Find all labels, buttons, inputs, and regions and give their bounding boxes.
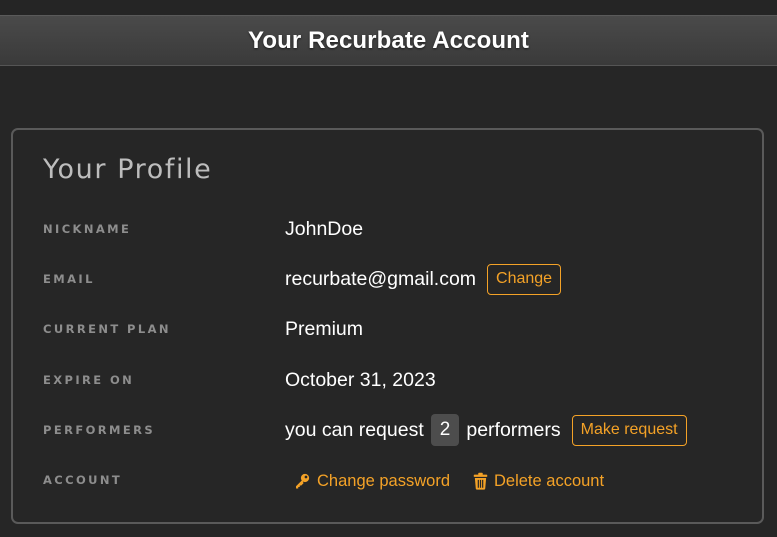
nickname-label: NICKNAME xyxy=(43,222,132,236)
performers-value-row: you can request 2 performers Make reques… xyxy=(285,413,687,447)
delete-account-link[interactable]: Delete account xyxy=(473,472,604,491)
current-plan-value-row: Premium xyxy=(285,316,363,342)
make-request-button[interactable]: Make request xyxy=(571,414,687,446)
current-plan-label: CURRENT PLAN xyxy=(43,322,171,336)
profile-title: Your Profile xyxy=(43,154,213,185)
nickname-value-row: JohnDoe xyxy=(285,216,363,242)
page-header: Your Recurbate Account xyxy=(0,15,777,66)
performers-count-badge: 2 xyxy=(430,414,460,446)
delete-account-label: Delete account xyxy=(494,471,605,490)
account-actions-row: Change password Delete account xyxy=(293,468,604,494)
current-plan-value: Premium xyxy=(285,317,364,340)
expire-on-value-row: October 31, 2023 xyxy=(285,367,436,393)
change-password-link[interactable]: Change password xyxy=(293,472,450,491)
performers-label: PERFORMERS xyxy=(43,423,156,437)
expire-on-value: October 31, 2023 xyxy=(285,368,436,391)
trash-icon xyxy=(473,472,488,490)
top-strip xyxy=(0,0,777,15)
email-value-row: recurbate@gmail.com Change xyxy=(285,263,562,295)
performers-suffix: performers xyxy=(466,418,561,441)
email-label: EMAIL xyxy=(43,272,95,286)
profile-panel: Your Profile NICKNAME JohnDoe EMAIL recu… xyxy=(11,128,764,524)
change-email-button[interactable]: Change xyxy=(487,263,562,295)
performers-prefix: you can request xyxy=(285,418,424,441)
expire-on-label: EXPIRE ON xyxy=(43,373,135,387)
page-title: Your Recurbate Account xyxy=(248,26,529,54)
email-value: recurbate@gmail.com xyxy=(285,267,477,290)
key-icon xyxy=(296,473,310,489)
change-password-label: Change password xyxy=(317,471,450,490)
account-label: ACCOUNT xyxy=(43,473,123,487)
nickname-value: JohnDoe xyxy=(285,217,364,240)
